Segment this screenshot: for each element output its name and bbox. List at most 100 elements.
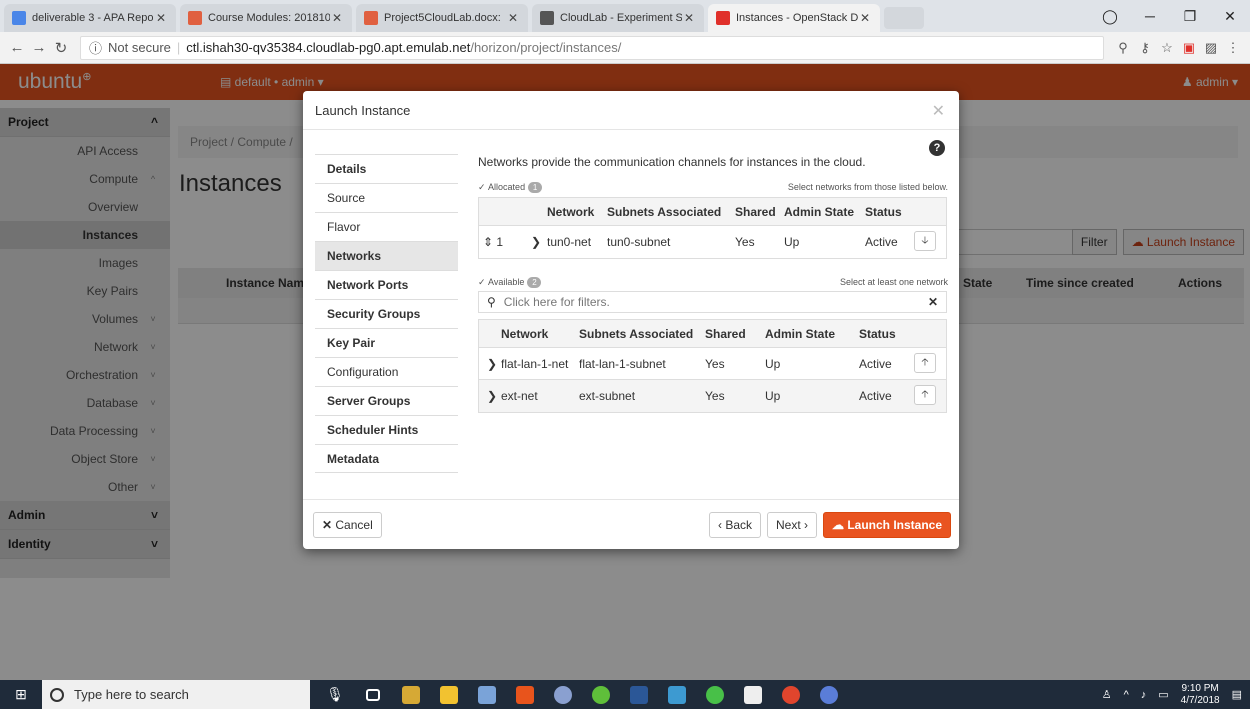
info-icon[interactable]: ⓘ: [89, 38, 102, 57]
clear-search-icon[interactable]: ✕: [928, 295, 938, 309]
profile-icon[interactable]: ◯: [1090, 8, 1130, 25]
forward-arrow-icon[interactable]: →: [28, 39, 50, 56]
back-arrow-icon[interactable]: ←: [6, 39, 28, 56]
tab-close-icon[interactable]: ✕: [506, 11, 520, 25]
wizard-step[interactable]: Metadata: [315, 444, 458, 473]
close-icon[interactable]: ✕: [932, 101, 945, 121]
shared-value: Yes: [705, 389, 725, 403]
system-tray: ♙ ^ ♪ ▭ 9:10 PM 4/7/2018 ▤: [1090, 680, 1242, 709]
url-field[interactable]: ⓘ Not secure | ctl.ishah30-qv35384.cloud…: [80, 35, 1104, 60]
col-admin-state[interactable]: Admin State: [765, 320, 835, 347]
key-icon[interactable]: ⚷: [1134, 40, 1156, 56]
col-admin-state[interactable]: Admin State: [784, 198, 854, 225]
col-shared[interactable]: Shared: [735, 198, 776, 225]
browser-tab[interactable]: CloudLab - Experiment S ✕: [532, 4, 704, 32]
wizard-step[interactable]: Key Pair: [315, 328, 458, 357]
wizard-step[interactable]: Configuration: [315, 357, 458, 386]
app-icon[interactable]: [544, 680, 582, 709]
deallocate-arrow-down-button[interactable]: 🡣: [914, 231, 936, 251]
minimize-button[interactable]: ─: [1130, 8, 1170, 24]
wizard-step[interactable]: Flavor: [315, 212, 458, 241]
available-hint: Select at least one network: [839, 277, 948, 287]
notifications-icon[interactable]: ▤: [1232, 688, 1242, 701]
status-value: Active: [859, 356, 892, 371]
people-icon[interactable]: ♙: [1102, 688, 1112, 701]
tab-close-icon[interactable]: ✕: [154, 11, 168, 25]
taskbar-apps: 🎙: [316, 680, 848, 709]
tab-close-icon[interactable]: ✕: [330, 11, 344, 25]
taskbar-search-input[interactable]: Type here to search: [42, 680, 310, 709]
app-icon[interactable]: [392, 680, 430, 709]
shared-value: Yes: [735, 235, 755, 249]
drag-handle[interactable]: ⇕ 1: [483, 226, 503, 258]
available-section-header: ✓ Available 2 Select at least one networ…: [478, 275, 948, 289]
modal-header: Launch Instance ✕: [303, 91, 959, 130]
app-icon[interactable]: [696, 680, 734, 709]
app-icon[interactable]: [658, 680, 696, 709]
microphone-icon[interactable]: 🎙: [316, 680, 354, 709]
next-button[interactable]: Next ›: [767, 512, 818, 538]
bookmark-star-icon[interactable]: ☆: [1156, 40, 1178, 56]
reload-icon[interactable]: ↻: [50, 39, 72, 57]
new-tab-button[interactable]: [884, 7, 924, 29]
wizard-step[interactable]: Network Ports: [315, 270, 458, 299]
col-status[interactable]: Status: [865, 198, 902, 225]
file-explorer-icon[interactable]: [430, 680, 468, 709]
zoom-icon[interactable]: ⚲: [1112, 40, 1134, 56]
browser-tab[interactable]: Course Modules: 201810 ✕: [180, 4, 352, 32]
tab-favicon-icon: [188, 11, 202, 25]
app-icon[interactable]: [734, 680, 772, 709]
wizard-step[interactable]: Source: [315, 183, 458, 212]
help-icon[interactable]: ?: [929, 140, 945, 156]
tab-close-icon[interactable]: ✕: [682, 11, 696, 25]
col-subnets[interactable]: Subnets Associated: [579, 320, 693, 347]
available-row: ❯ ext-net ext-subnet Yes Up Active 🡡: [479, 380, 946, 412]
allocate-arrow-up-button[interactable]: 🡡: [914, 385, 936, 405]
pocket-extension-icon[interactable]: ▣: [1178, 40, 1200, 56]
tab-close-icon[interactable]: ✕: [858, 11, 872, 25]
launch-instance-submit-button[interactable]: ☁ Launch Instance: [823, 512, 952, 538]
wizard-step[interactable]: Security Groups: [315, 299, 458, 328]
expand-chevron-icon[interactable]: ❯: [487, 348, 497, 379]
col-subnets[interactable]: Subnets Associated: [607, 198, 721, 225]
wizard-step[interactable]: Scheduler Hints: [315, 415, 458, 444]
r-icon[interactable]: [810, 680, 848, 709]
restore-button[interactable]: ❐: [1170, 8, 1210, 25]
allocated-toggle[interactable]: ✓ Allocated 1: [478, 181, 543, 193]
office-icon[interactable]: [506, 680, 544, 709]
tab-favicon-icon: [716, 11, 730, 25]
clock[interactable]: 9:10 PM 4/7/2018: [1181, 683, 1220, 707]
windows-start-icon[interactable]: ⊞: [0, 686, 42, 703]
chevron-up-icon[interactable]: ^: [1124, 689, 1129, 701]
chrome-icon[interactable]: [772, 680, 810, 709]
col-status[interactable]: Status: [859, 320, 896, 347]
available-toggle[interactable]: ✓ Available 2: [478, 276, 542, 288]
cancel-button[interactable]: ✕ Cancel: [313, 512, 382, 538]
close-icon: ✕: [322, 518, 336, 532]
battery-icon[interactable]: ▭: [1158, 688, 1168, 701]
expand-chevron-icon[interactable]: ❯: [531, 226, 541, 258]
browser-tab[interactable]: Instances - OpenStack D ✕: [708, 4, 880, 32]
wizard-step[interactable]: Networks: [315, 241, 458, 270]
browser-tab[interactable]: Project5CloudLab.docx: ✕: [356, 4, 528, 32]
col-shared[interactable]: Shared: [705, 320, 746, 347]
back-button[interactable]: ‹ Back: [709, 512, 762, 538]
cortana-icon: [50, 687, 64, 702]
word-icon[interactable]: [620, 680, 658, 709]
col-network[interactable]: Network: [501, 320, 548, 347]
available-search-input[interactable]: ⚲ Click here for filters. ✕: [478, 291, 947, 313]
expand-chevron-icon[interactable]: ❯: [487, 380, 497, 412]
task-view-icon[interactable]: [354, 680, 392, 709]
volume-icon[interactable]: ♪: [1141, 689, 1147, 701]
col-network[interactable]: Network: [547, 198, 594, 225]
allocate-arrow-up-button[interactable]: 🡡: [914, 353, 936, 373]
app-icon[interactable]: [582, 680, 620, 709]
wizard-step[interactable]: Server Groups: [315, 386, 458, 415]
wizard-step[interactable]: Details: [315, 154, 458, 183]
extension-icon[interactable]: ▨: [1200, 40, 1222, 56]
browser-tab[interactable]: deliverable 3 - APA Repo ✕: [4, 4, 176, 32]
available-table-header: Network Subnets Associated Shared Admin …: [479, 320, 946, 348]
app-icon[interactable]: [468, 680, 506, 709]
menu-icon[interactable]: ⋮: [1222, 40, 1244, 56]
close-window-button[interactable]: ✕: [1210, 8, 1250, 25]
